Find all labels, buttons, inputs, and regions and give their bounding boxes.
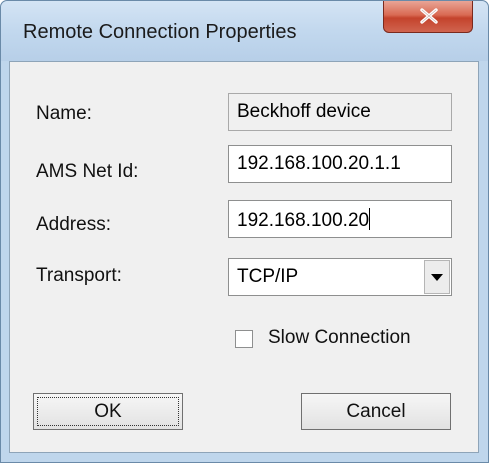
text-caret: [369, 208, 371, 230]
dialog-title: Remote Connection Properties: [23, 21, 297, 43]
close-button[interactable]: [383, 1, 473, 33]
name-label: Name:: [36, 103, 92, 124]
name-field: Beckhoff device: [228, 93, 452, 131]
transport-label: Transport:: [36, 265, 122, 286]
transport-value: TCP/IP: [237, 266, 299, 287]
cancel-button[interactable]: Cancel: [301, 393, 451, 430]
slow-connection-checkbox[interactable]: [235, 330, 253, 348]
dialog-body: Name: Beckhoff device AMS Net Id: 192.16…: [9, 61, 479, 453]
address-field[interactable]: 192.168.100.20: [228, 200, 452, 238]
title-bar[interactable]: Remote Connection Properties: [1, 1, 488, 61]
remote-connection-dialog: Remote Connection Properties Name: Beckh…: [0, 0, 489, 463]
slow-connection-label[interactable]: Slow Connection: [268, 327, 411, 349]
ams-net-id-field[interactable]: 192.168.100.20.1.1: [228, 145, 452, 183]
close-x-icon: [420, 8, 438, 24]
name-value: Beckhoff device: [237, 101, 371, 122]
ok-button[interactable]: OK: [33, 393, 183, 430]
address-value: 192.168.100.20: [237, 210, 370, 231]
chevron-down-icon: [431, 274, 443, 281]
transport-select[interactable]: TCP/IP: [228, 258, 452, 296]
ams-net-id-value: 192.168.100.20.1.1: [237, 153, 401, 174]
transport-dropdown-button[interactable]: [424, 260, 450, 294]
address-label: Address:: [36, 214, 111, 235]
ams-net-id-label: AMS Net Id:: [36, 161, 139, 182]
